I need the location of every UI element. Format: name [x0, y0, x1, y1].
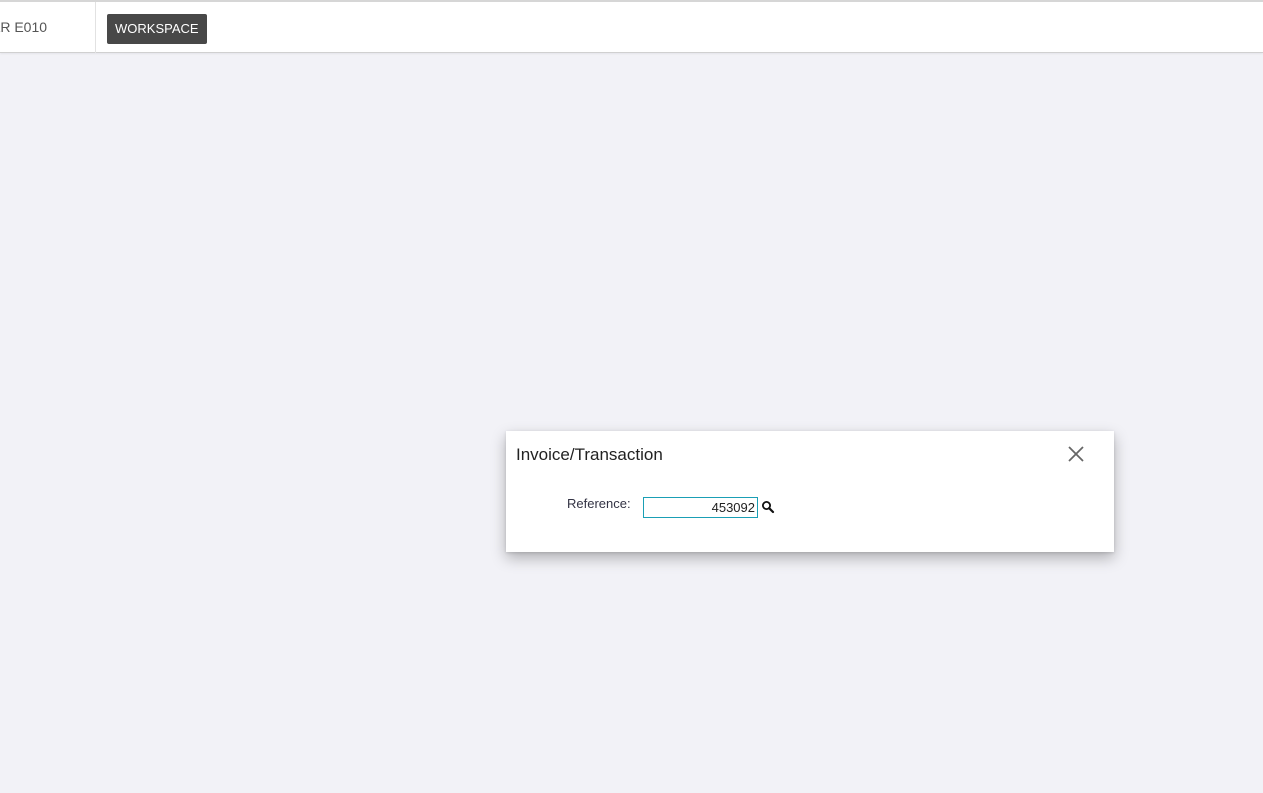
app-title-area: AR E010	[0, 2, 96, 53]
reference-input[interactable]	[643, 497, 758, 518]
workspace-button[interactable]: WORKSPACE	[107, 14, 207, 44]
reference-label: Reference:	[567, 496, 631, 511]
top-bar: AR E010 WORKSPACE	[0, 0, 1263, 53]
close-icon[interactable]	[1064, 443, 1088, 467]
app-title: AR E010	[0, 19, 48, 35]
dialog-title: Invoice/Transaction	[516, 445, 663, 464]
invoice-transaction-dialog: Invoice/Transaction Reference:	[506, 431, 1114, 552]
search-icon[interactable]	[761, 500, 775, 514]
